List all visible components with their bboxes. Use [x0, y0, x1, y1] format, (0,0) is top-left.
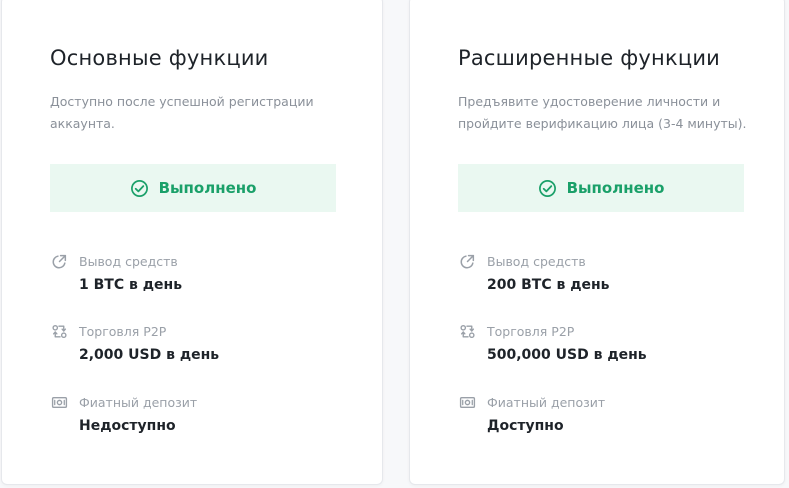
feature-fiat-deposit: Фиатный депозит Доступно — [459, 394, 605, 434]
card-description: Доступно после успешной регистрации акка… — [50, 94, 314, 131]
check-circle-icon — [130, 179, 149, 198]
banknote-icon — [459, 394, 476, 411]
feature-fiat-deposit: Фиатный депозит Недоступно — [51, 394, 197, 434]
feature-value: 500,000 USD в день — [487, 347, 647, 363]
feature-label: Вывод средств — [487, 254, 586, 269]
status-badge: Выполнено — [50, 164, 336, 212]
withdraw-arrow-icon — [51, 253, 68, 270]
feature-label: Вывод средств — [79, 254, 178, 269]
withdraw-arrow-icon — [459, 253, 476, 270]
feature-value: 200 BTC в день — [487, 277, 610, 293]
feature-label: Торговля P2P — [79, 324, 167, 339]
p2p-exchange-icon — [459, 323, 476, 340]
feature-p2p: Торговля P2P 2,000 USD в день — [51, 323, 219, 363]
feature-value: 2,000 USD в день — [79, 347, 220, 363]
feature-value: Недоступно — [79, 418, 176, 434]
advanced-features-card: Расширенные функции Предъявите удостовер… — [409, 0, 785, 485]
status-label: Выполнено — [566, 179, 665, 197]
check-circle-icon — [538, 179, 557, 198]
feature-p2p: Торговля P2P 500,000 USD в день — [459, 323, 647, 363]
feature-value: Доступно — [487, 418, 564, 434]
feature-label: Фиатный депозит — [487, 395, 606, 410]
feature-withdrawal: Вывод средств 1 BTC в день — [51, 253, 182, 293]
feature-label: Фиатный депозит — [79, 395, 198, 410]
card-title: Расширенные функции — [458, 46, 721, 70]
banknote-icon — [51, 394, 68, 411]
card-description: Предъявите удостоверение личности и прой… — [458, 94, 747, 131]
feature-value: 1 BTC в день — [79, 277, 183, 293]
card-title: Основные функции — [50, 46, 269, 70]
status-label: Выполнено — [158, 179, 257, 197]
p2p-exchange-icon — [51, 323, 68, 340]
status-badge: Выполнено — [458, 164, 744, 212]
feature-withdrawal: Вывод средств 200 BTC в день — [459, 253, 610, 293]
basic-features-card: Основные функции Доступно после успешной… — [1, 0, 383, 485]
feature-label: Торговля P2P — [487, 324, 575, 339]
